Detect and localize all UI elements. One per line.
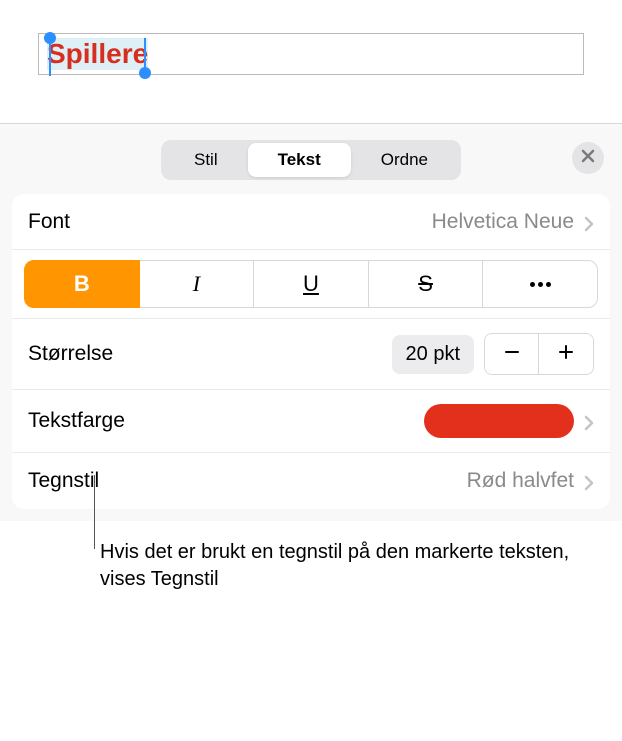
caption-text: Hvis det er brukt en tegnstil på den mar… bbox=[100, 539, 582, 593]
chevron-right-icon bbox=[584, 473, 594, 489]
character-style-value-group: Rød halvfet bbox=[467, 469, 594, 493]
close-icon bbox=[581, 149, 595, 168]
selection-handle-end[interactable] bbox=[139, 67, 151, 79]
inspector-panel: Stil Tekst Ordne Font Helvetica Neue B I… bbox=[0, 123, 622, 521]
font-value-group: Helvetica Neue bbox=[432, 210, 594, 234]
chevron-right-icon bbox=[584, 214, 594, 230]
font-value: Helvetica Neue bbox=[432, 210, 574, 234]
close-button[interactable] bbox=[572, 142, 604, 174]
plus-icon bbox=[557, 340, 575, 368]
text-color-label: Tekstfarge bbox=[28, 409, 125, 433]
strikethrough-button[interactable]: S bbox=[369, 260, 484, 308]
tab-stil[interactable]: Stil bbox=[164, 143, 248, 177]
color-swatch[interactable] bbox=[424, 404, 574, 438]
text-content: Spillere bbox=[47, 38, 148, 69]
text-settings-card: Font Helvetica Neue B I U S Størrelse 2 bbox=[12, 194, 610, 509]
size-stepper bbox=[484, 333, 594, 375]
size-label: Størrelse bbox=[28, 342, 113, 366]
segmented-control: Stil Tekst Ordne bbox=[161, 140, 461, 180]
more-styles-button[interactable] bbox=[483, 260, 598, 308]
minus-icon bbox=[503, 340, 521, 368]
size-controls: 20 pkt bbox=[392, 333, 594, 375]
character-style-value: Rød halvfet bbox=[467, 469, 574, 493]
size-row: Størrelse 20 pkt bbox=[12, 319, 610, 390]
text-color-row[interactable]: Tekstfarge bbox=[12, 390, 610, 453]
text-box[interactable]: Spillere bbox=[38, 33, 584, 75]
character-style-label: Tegnstil bbox=[28, 469, 99, 493]
size-increase-button[interactable] bbox=[539, 334, 593, 374]
caption-area: Hvis det er brukt en tegnstil på den mar… bbox=[0, 539, 622, 593]
text-style-buttons: B I U S bbox=[12, 250, 610, 319]
size-decrease-button[interactable] bbox=[485, 334, 539, 374]
selection-handle-start[interactable] bbox=[44, 32, 56, 44]
italic-button[interactable]: I bbox=[140, 260, 255, 308]
character-style-row[interactable]: Tegnstil Rød halvfet bbox=[12, 453, 610, 509]
underline-button[interactable]: U bbox=[254, 260, 369, 308]
text-editor-area: Spillere bbox=[30, 25, 592, 83]
tab-bar: Stil Tekst Ordne bbox=[12, 136, 610, 194]
tab-tekst[interactable]: Tekst bbox=[248, 143, 351, 177]
bold-button[interactable]: B bbox=[24, 260, 140, 308]
selected-text[interactable]: Spillere bbox=[47, 38, 148, 70]
callout-line bbox=[94, 475, 95, 549]
chevron-right-icon bbox=[584, 413, 594, 429]
font-label: Font bbox=[28, 210, 70, 234]
font-row[interactable]: Font Helvetica Neue bbox=[12, 194, 610, 250]
size-value[interactable]: 20 pkt bbox=[392, 335, 474, 374]
tab-ordne[interactable]: Ordne bbox=[351, 143, 458, 177]
more-icon bbox=[530, 282, 551, 287]
text-color-value-group bbox=[424, 404, 594, 438]
